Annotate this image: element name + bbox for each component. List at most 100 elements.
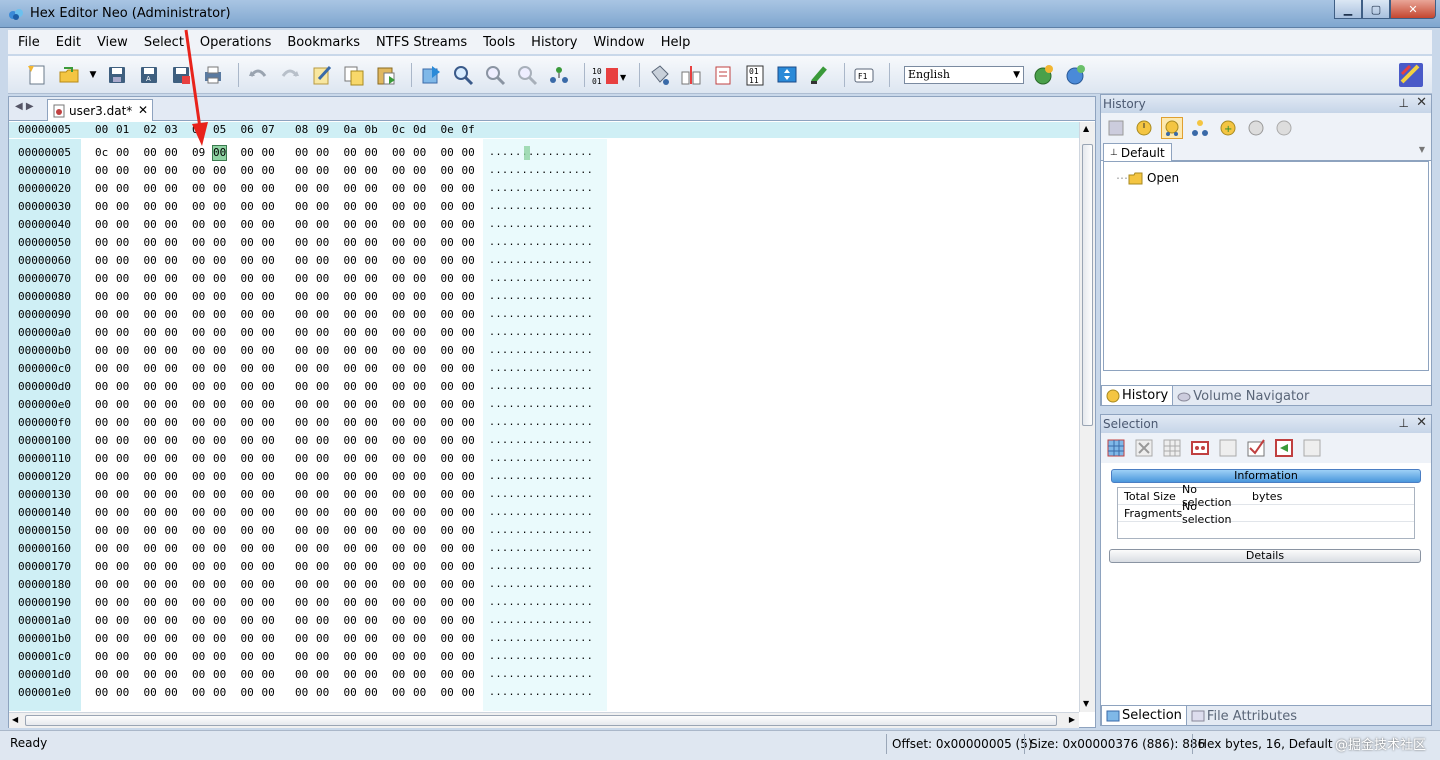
- hex-byte[interactable]: 00: [213, 290, 226, 304]
- hex-byte[interactable]: 00: [344, 614, 357, 628]
- hex-byte[interactable]: 00: [344, 416, 357, 430]
- hex-byte[interactable]: 00: [165, 650, 178, 664]
- hex-byte[interactable]: 00: [392, 452, 405, 466]
- hex-byte[interactable]: 00: [116, 560, 129, 574]
- hex-byte[interactable]: 00: [392, 542, 405, 556]
- hex-byte[interactable]: 00: [392, 272, 405, 286]
- hex-byte[interactable]: 00: [241, 596, 254, 610]
- hex-byte[interactable]: 00: [344, 308, 357, 322]
- hex-byte[interactable]: 00: [462, 524, 475, 538]
- hex-byte[interactable]: 00: [144, 362, 157, 376]
- hex-byte[interactable]: 00: [316, 632, 329, 646]
- hex-byte[interactable]: 00: [192, 272, 205, 286]
- hex-byte[interactable]: 00: [365, 686, 378, 700]
- hex-byte[interactable]: 00: [392, 596, 405, 610]
- hex-byte[interactable]: 00: [462, 200, 475, 214]
- hex-byte[interactable]: 00: [262, 560, 275, 574]
- ascii-text[interactable]: ................: [489, 272, 593, 286]
- hex-byte[interactable]: 00: [344, 452, 357, 466]
- menu-view[interactable]: View: [97, 35, 128, 50]
- hex-byte[interactable]: 00: [241, 326, 254, 340]
- hex-byte[interactable]: 00: [192, 344, 205, 358]
- hex-byte[interactable]: 00: [413, 632, 426, 646]
- hex-byte[interactable]: 00: [316, 416, 329, 430]
- hex-byte[interactable]: 00: [365, 578, 378, 592]
- hex-byte[interactable]: 00: [462, 218, 475, 232]
- hex-byte[interactable]: 00: [144, 452, 157, 466]
- goto-icon[interactable]: [546, 62, 572, 88]
- hex-byte[interactable]: 00: [365, 614, 378, 628]
- hex-byte[interactable]: 00: [365, 146, 378, 160]
- ascii-text[interactable]: ................: [489, 524, 593, 538]
- hex-byte[interactable]: 00: [116, 362, 129, 376]
- hex-byte[interactable]: 00: [316, 488, 329, 502]
- hex-byte[interactable]: 00: [116, 326, 129, 340]
- hex-byte[interactable]: 00: [144, 542, 157, 556]
- hex-byte[interactable]: 00: [213, 254, 226, 268]
- hex-byte[interactable]: 00: [144, 308, 157, 322]
- hex-byte[interactable]: 00: [213, 686, 226, 700]
- hex-byte[interactable]: 00: [95, 542, 108, 556]
- hex-byte[interactable]: 00: [165, 542, 178, 556]
- hex-byte[interactable]: 00: [241, 254, 254, 268]
- hex-byte[interactable]: 00: [295, 650, 308, 664]
- hex-byte[interactable]: 00: [165, 524, 178, 538]
- hex-byte[interactable]: 00: [392, 686, 405, 700]
- customize-toolbar-icon[interactable]: [1398, 62, 1424, 88]
- hex-byte[interactable]: 00: [213, 200, 226, 214]
- hex-byte[interactable]: 00: [441, 596, 454, 610]
- hex-byte[interactable]: 00: [413, 416, 426, 430]
- hex-byte[interactable]: 00: [144, 326, 157, 340]
- ascii-text[interactable]: ................: [489, 434, 593, 448]
- ascii-text[interactable]: ................: [489, 290, 593, 304]
- hex-byte[interactable]: 00: [192, 452, 205, 466]
- tab-default[interactable]: ⊥ Default: [1103, 143, 1172, 162]
- hex-byte[interactable]: 00: [316, 218, 329, 232]
- ascii-text[interactable]: ................: [489, 146, 593, 160]
- hex-byte[interactable]: 00: [95, 596, 108, 610]
- status-mode[interactable]: Hex bytes, 16, Default: [1192, 734, 1333, 754]
- hex-byte[interactable]: 00: [262, 344, 275, 358]
- hex-byte[interactable]: 00: [213, 632, 226, 646]
- hex-byte[interactable]: 00: [365, 236, 378, 250]
- hex-byte[interactable]: 00: [262, 488, 275, 502]
- hex-byte[interactable]: 00: [192, 326, 205, 340]
- hex-byte[interactable]: 00: [365, 650, 378, 664]
- hex-byte[interactable]: 00: [441, 272, 454, 286]
- hex-byte[interactable]: 00: [365, 344, 378, 358]
- hex-byte[interactable]: 00: [241, 398, 254, 412]
- hex-byte[interactable]: 00: [344, 326, 357, 340]
- hex-byte[interactable]: 00: [192, 542, 205, 556]
- tab-history[interactable]: History: [1101, 386, 1174, 406]
- hex-byte[interactable]: 00: [144, 434, 157, 448]
- information-section-button[interactable]: Information: [1111, 469, 1421, 483]
- hex-byte[interactable]: 00: [192, 254, 205, 268]
- save-as-icon[interactable]: A: [136, 62, 162, 88]
- hex-byte[interactable]: 00: [392, 416, 405, 430]
- hex-byte[interactable]: 00: [441, 326, 454, 340]
- hex-byte[interactable]: 00: [165, 578, 178, 592]
- hex-byte[interactable]: 00: [192, 632, 205, 646]
- hex-byte[interactable]: 00: [95, 290, 108, 304]
- full-screen-icon[interactable]: [774, 62, 800, 88]
- hex-byte[interactable]: 00: [441, 380, 454, 394]
- fill-icon[interactable]: [646, 62, 672, 88]
- hex-byte[interactable]: 00: [413, 218, 426, 232]
- hex-byte[interactable]: 00: [262, 218, 275, 232]
- hex-byte[interactable]: 00: [192, 668, 205, 682]
- compare-icon[interactable]: [678, 62, 704, 88]
- hex-byte[interactable]: 00: [241, 542, 254, 556]
- hex-byte[interactable]: 00: [441, 524, 454, 538]
- hex-byte[interactable]: 00: [213, 164, 226, 178]
- hex-byte[interactable]: 00: [165, 452, 178, 466]
- hex-byte[interactable]: 00: [316, 290, 329, 304]
- hex-byte[interactable]: 00: [365, 398, 378, 412]
- hex-byte[interactable]: 00: [213, 362, 226, 376]
- hex-byte[interactable]: 00: [295, 308, 308, 322]
- hex-byte[interactable]: 00: [262, 632, 275, 646]
- hex-byte[interactable]: 00: [413, 182, 426, 196]
- hex-byte[interactable]: 00: [316, 686, 329, 700]
- ascii-text[interactable]: ................: [489, 596, 593, 610]
- hex-byte[interactable]: 00: [95, 200, 108, 214]
- hex-byte[interactable]: 00: [413, 200, 426, 214]
